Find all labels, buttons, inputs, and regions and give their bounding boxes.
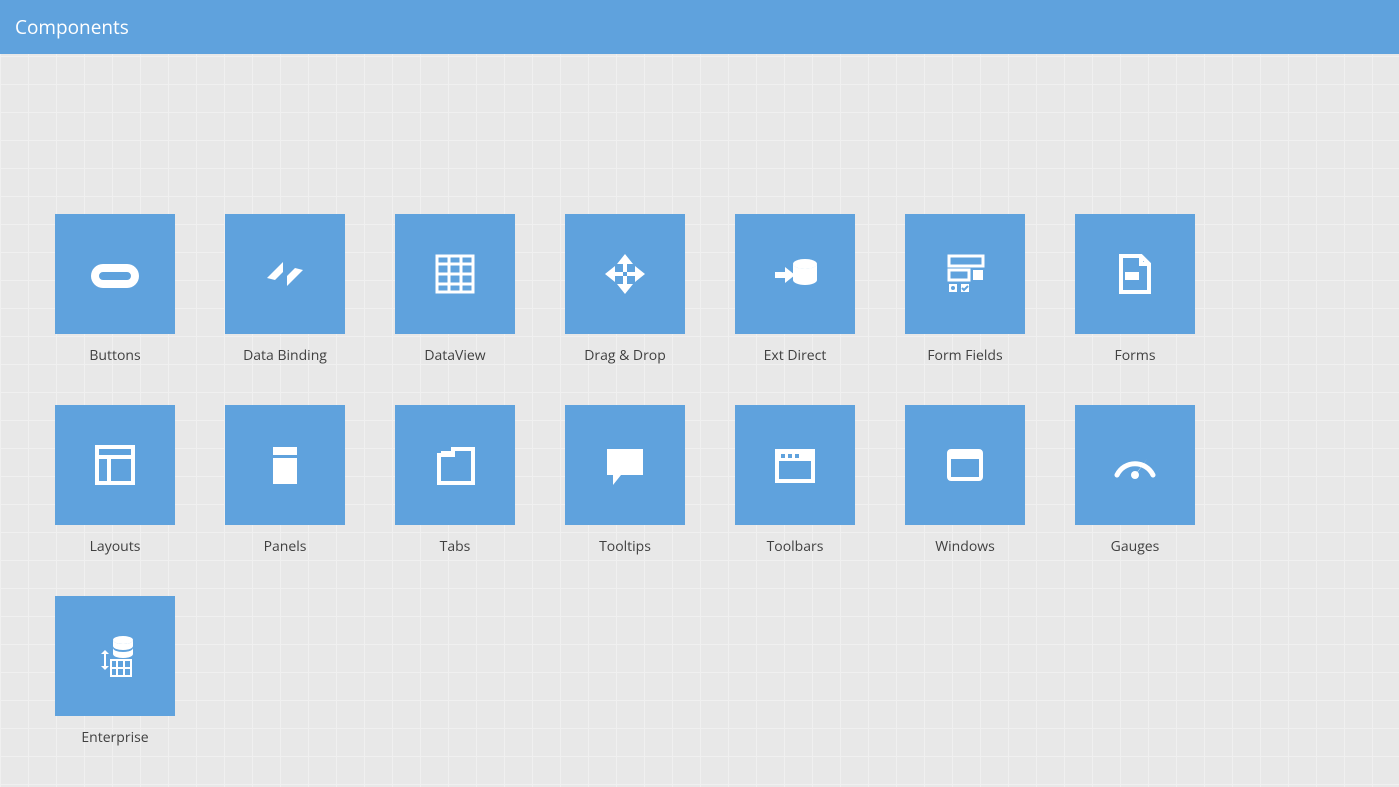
tile-label: Buttons	[89, 346, 140, 365]
forms-icon	[1075, 214, 1195, 334]
layouts-icon	[55, 405, 175, 525]
tile-panels[interactable]: Panels	[200, 405, 370, 556]
tile-toolbars[interactable]: Toolbars	[710, 405, 880, 556]
tile-label: Tabs	[440, 537, 471, 556]
button-icon	[55, 214, 175, 334]
tile-label: Enterprise	[81, 728, 148, 747]
component-grid: Buttons Data Binding DataView Drag & Dro…	[0, 54, 1399, 787]
tile-data-binding[interactable]: Data Binding	[200, 214, 370, 365]
drag-drop-icon	[565, 214, 685, 334]
tile-layouts[interactable]: Layouts	[30, 405, 200, 556]
tile-tabs[interactable]: Tabs	[370, 405, 540, 556]
tile-forms[interactable]: Forms	[1050, 214, 1220, 365]
tile-label: DataView	[424, 346, 485, 365]
tile-enterprise[interactable]: Enterprise	[30, 596, 200, 747]
toolbars-icon	[735, 405, 855, 525]
page-title: Components	[15, 14, 129, 40]
tile-label: Gauges	[1111, 537, 1160, 556]
page-header: Components	[0, 0, 1399, 54]
tile-drag-drop[interactable]: Drag & Drop	[540, 214, 710, 365]
dataview-icon	[395, 214, 515, 334]
tile-gauges[interactable]: Gauges	[1050, 405, 1220, 556]
tile-ext-direct[interactable]: Ext Direct	[710, 214, 880, 365]
tile-label: Layouts	[90, 537, 141, 556]
data-binding-icon	[225, 214, 345, 334]
tile-label: Panels	[264, 537, 307, 556]
tile-label: Tooltips	[599, 537, 651, 556]
tile-dataview[interactable]: DataView	[370, 214, 540, 365]
tabs-icon	[395, 405, 515, 525]
tile-label: Data Binding	[243, 346, 327, 365]
tile-label: Windows	[935, 537, 995, 556]
tile-label: Toolbars	[767, 537, 824, 556]
tile-buttons[interactable]: Buttons	[30, 214, 200, 365]
tooltips-icon	[565, 405, 685, 525]
form-fields-icon	[905, 214, 1025, 334]
enterprise-icon	[55, 596, 175, 716]
tile-tooltips[interactable]: Tooltips	[540, 405, 710, 556]
tile-label: Drag & Drop	[584, 346, 666, 365]
tile-windows[interactable]: Windows	[880, 405, 1050, 556]
tile-form-fields[interactable]: Form Fields	[880, 214, 1050, 365]
windows-icon	[905, 405, 1025, 525]
gauges-icon	[1075, 405, 1195, 525]
tile-label: Forms	[1114, 346, 1155, 365]
ext-direct-icon	[735, 214, 855, 334]
panels-icon	[225, 405, 345, 525]
tile-label: Ext Direct	[764, 346, 827, 365]
tile-label: Form Fields	[927, 346, 1002, 365]
